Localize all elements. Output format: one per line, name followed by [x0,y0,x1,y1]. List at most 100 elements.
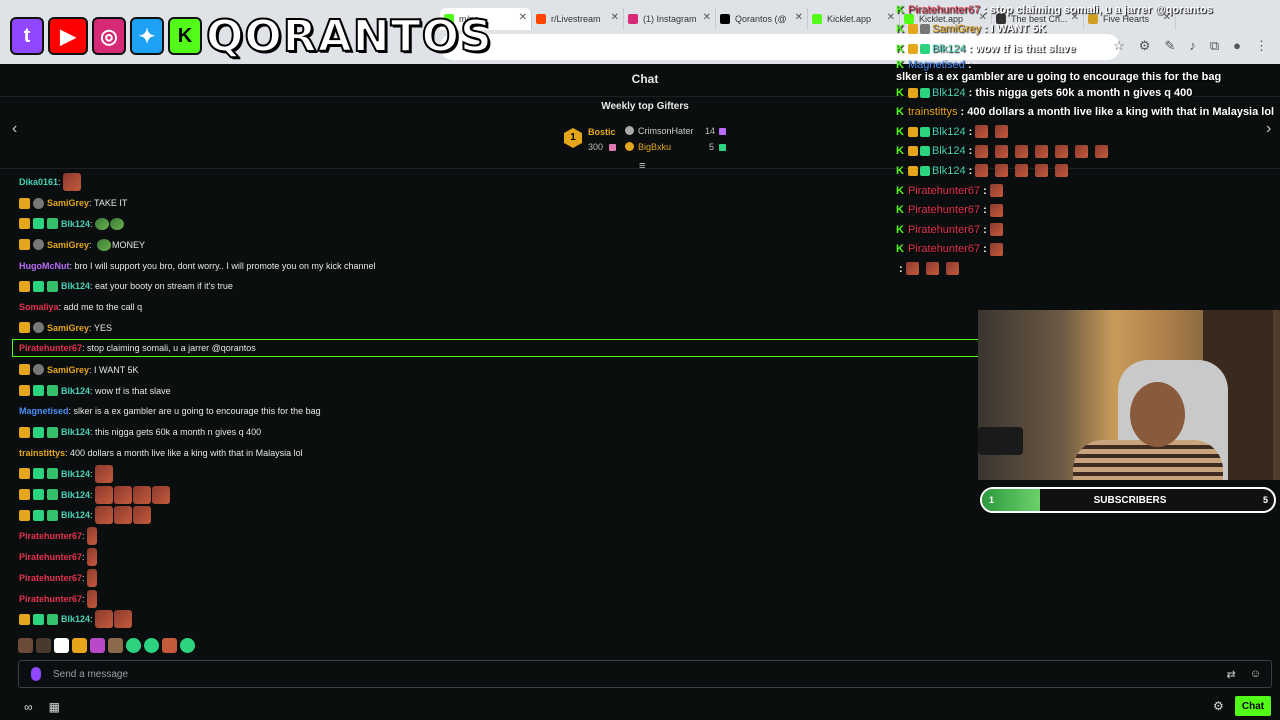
chat-username[interactable]: Piratehunter67 [19,531,82,541]
close-icon[interactable]: ✕ [519,12,527,23]
chat-text: add me to the call q [63,302,143,313]
gifter-first-count: 300 [588,142,604,152]
recent-emote[interactable] [126,637,141,653]
infinity-icon[interactable]: ∞ [24,700,33,714]
chat-username[interactable]: Piratehunter67 [19,343,82,353]
chat-username[interactable]: Somaliya [19,302,59,312]
gifter-second-name[interactable]: CrimsonHater [638,126,694,136]
translate-icon[interactable]: ⇄ [1227,668,1236,681]
store-icon[interactable]: ▦ [49,700,60,714]
emote-image [975,125,989,139]
chat-username[interactable]: SamiGrey [47,198,89,208]
overlay-chat-line: K Blk124 : [892,161,1280,181]
overlay-chat-line: K Blk124 : [892,142,1280,162]
chat-text: eat your booty on stream if it's true [95,281,233,292]
overlay-chat-line: K Blk124 : wow tf is that slave [892,39,1280,59]
chat-username[interactable]: Blk124 [61,614,90,624]
chat-username[interactable]: SamiGrey [47,240,89,250]
crown-icon [625,142,634,151]
microphone-icon[interactable] [31,667,41,681]
emote-image [63,173,82,192]
recent-emote[interactable] [108,637,123,653]
browser-tab[interactable]: r/Livestream ✕ [532,8,624,30]
chat-username[interactable]: SamiGrey [47,323,89,333]
chevron-left-icon[interactable]: ‹ [12,120,17,138]
gifter-second-count: 14 [705,126,716,136]
chat-username[interactable]: Piratehunter67 [19,552,82,562]
chat-username[interactable]: Blk124 [61,427,90,437]
emote-image [995,164,1009,178]
gifter-third-name[interactable]: BigBxku [638,142,671,152]
gifter-badge-icon [47,280,58,292]
chat-text: wow tf is that slave [95,385,171,396]
chat-username[interactable]: HugoMcNut [19,261,70,271]
kick-icon: K [896,204,904,217]
chat-username[interactable]: Blk124 [61,386,90,396]
recent-emote[interactable] [180,637,195,653]
overlay-separator: : [965,164,976,177]
streamer-name: QORANTOS [205,10,493,63]
emote-image [989,223,1003,237]
chat-input[interactable] [53,668,1203,680]
chat-username[interactable]: Blk124 [61,281,90,291]
browser-tab[interactable]: (1) Instagram ✕ [624,8,716,30]
emote-image [152,485,171,504]
chat-username[interactable]: SamiGrey [47,365,89,375]
tab-favicon-icon [720,14,730,24]
browser-tab[interactable]: Kicklet.app ✕ [808,8,900,30]
badge-icon [919,43,930,54]
chat-username[interactable]: Dika0161 [19,177,58,187]
chat-message: Piratehunter67: [0,567,980,588]
kick-icon: K [896,164,904,177]
recent-emotes-bar [18,636,195,654]
recent-emote[interactable] [36,637,51,653]
chat-message: Blk124: [0,463,980,484]
close-icon[interactable]: ✕ [795,12,803,23]
chat-username[interactable]: Piratehunter67 [19,573,82,583]
chat-username[interactable]: Magnetised [19,406,69,416]
chat-username[interactable]: trainstittys [19,448,65,458]
chat-message: SamiGrey: YES [0,318,980,339]
chat-username[interactable]: Blk124 [61,469,90,479]
recent-emote[interactable] [144,637,159,653]
settings-icon[interactable]: ⚙ [1213,699,1224,713]
subscriber-badge-icon [33,218,44,230]
chat-message: Piratehunter67: [0,526,980,547]
badge-icon [919,24,930,35]
close-icon[interactable]: ✕ [611,12,619,23]
gifter-badge-icon [47,385,58,397]
overlay-username: Piratehunter67 [907,3,981,16]
recent-emote[interactable] [54,637,69,653]
overlay-chat-line: : [892,259,1280,279]
recent-emote[interactable] [18,637,33,653]
emote-image [975,144,989,158]
subs-label: SUBSCRIBERS [1093,495,1167,506]
chat-username[interactable]: Blk124 [61,510,90,520]
emote-image [114,610,133,629]
chat-username[interactable]: Piratehunter67 [19,594,82,604]
chat-message: Piratehunter67: [0,588,980,609]
overlay-separator: : [957,106,968,119]
overlay-text: 400 dollars a month live like a king wit… [967,106,1275,119]
overlay-chat-line: K SamiGrey : I WANT 5K [892,20,1280,40]
browser-tab[interactable]: Qorantos (@ ✕ [716,8,808,30]
kick-icon: K [896,223,904,236]
emote-image [989,184,1003,198]
collapse-icon[interactable]: ≡ [639,160,645,172]
overlay-separator: : [896,262,906,275]
emoji-icon[interactable]: ☺ [1250,668,1261,681]
chat-text: this nigga gets 60k a month n gives q 40… [95,427,262,438]
recent-emote[interactable] [162,637,177,653]
chat-username[interactable]: Blk124 [61,490,90,500]
close-icon[interactable]: ✕ [703,12,711,23]
chat-send-button[interactable]: Chat [1235,696,1271,716]
recent-emote[interactable] [90,637,105,653]
chat-text: TAKE IT [94,198,128,209]
chat-input-box[interactable]: ⇄ ☺ [18,660,1272,688]
kick-icon: K [896,23,904,36]
youtube-icon: ▶ [48,17,88,55]
chat-username[interactable]: Blk124 [61,219,90,229]
overlay-chat-line: K Magnetised : slker is a ex gambler are … [892,59,1280,83]
recent-emote[interactable] [72,637,87,653]
gifter-first-name[interactable]: Bostic [588,127,616,137]
